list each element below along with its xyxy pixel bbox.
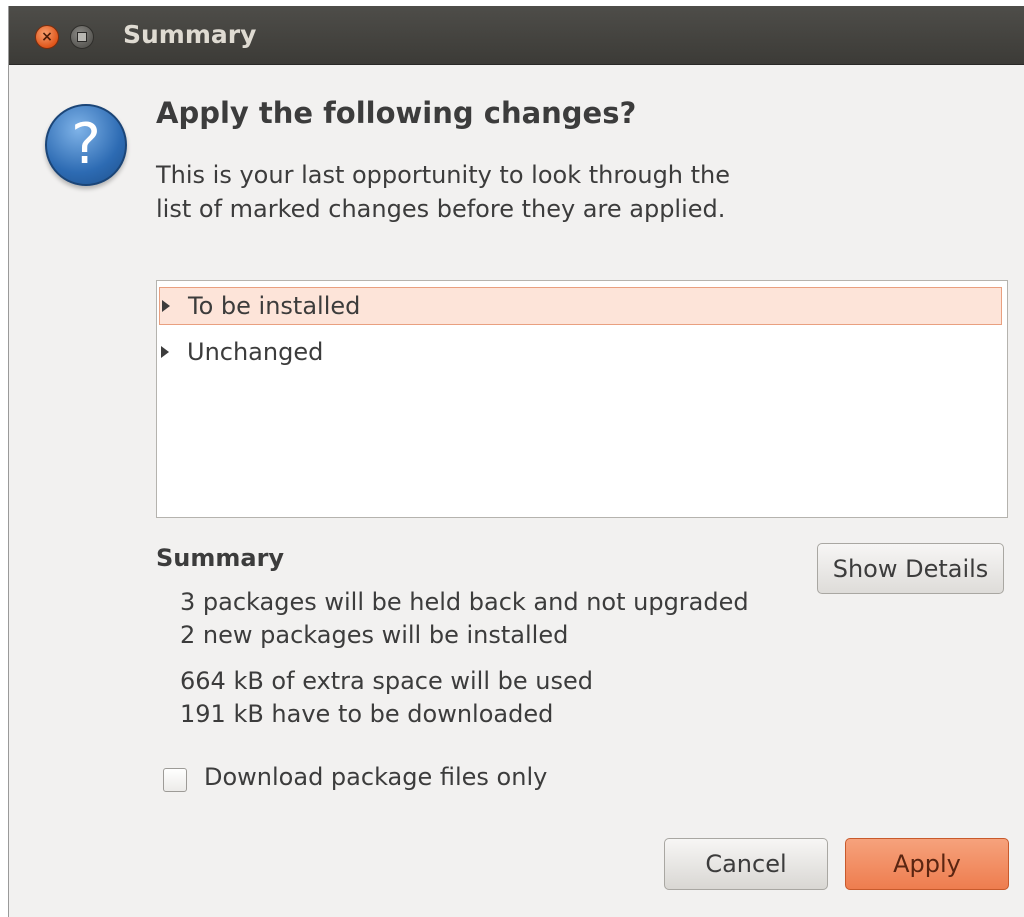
dialog-description: This is your last opportunity to look th… bbox=[156, 161, 731, 223]
close-icon[interactable]: × bbox=[35, 25, 59, 49]
summary-label: Summary bbox=[156, 544, 285, 572]
download-only-checkbox[interactable] bbox=[163, 768, 187, 792]
changes-tree[interactable]: To be installed Unchanged bbox=[156, 280, 1008, 518]
dialog-heading: Apply the following changes? bbox=[156, 96, 637, 130]
tree-item-label: Unchanged bbox=[187, 338, 324, 366]
download-only-label[interactable]: Download package files only bbox=[204, 763, 547, 791]
window-title: Summary bbox=[123, 20, 257, 49]
expander-arrow-icon[interactable] bbox=[161, 346, 169, 358]
cancel-button[interactable]: Cancel bbox=[664, 838, 828, 890]
tree-item-to-be-installed[interactable]: To be installed bbox=[159, 287, 1002, 325]
question-icon: ? bbox=[45, 104, 127, 186]
summary-extra-space: 664 kB of extra space will be used bbox=[180, 667, 593, 695]
summary-held-back: 3 packages will be held back and not upg… bbox=[180, 588, 749, 616]
titlebar: × Summary bbox=[9, 6, 1024, 65]
tree-item-unchanged[interactable]: Unchanged bbox=[159, 333, 1002, 371]
show-details-button[interactable]: Show Details bbox=[817, 543, 1004, 594]
apply-button[interactable]: Apply bbox=[845, 838, 1009, 890]
summary-dialog-window: × Summary ? Apply the following changes?… bbox=[8, 6, 1024, 917]
minimize-icon[interactable] bbox=[70, 25, 94, 49]
tree-item-label: To be installed bbox=[188, 292, 361, 320]
summary-new-packages: 2 new packages will be installed bbox=[180, 621, 569, 649]
summary-download-size: 191 kB have to be downloaded bbox=[180, 700, 554, 728]
expander-arrow-icon[interactable] bbox=[162, 300, 170, 312]
